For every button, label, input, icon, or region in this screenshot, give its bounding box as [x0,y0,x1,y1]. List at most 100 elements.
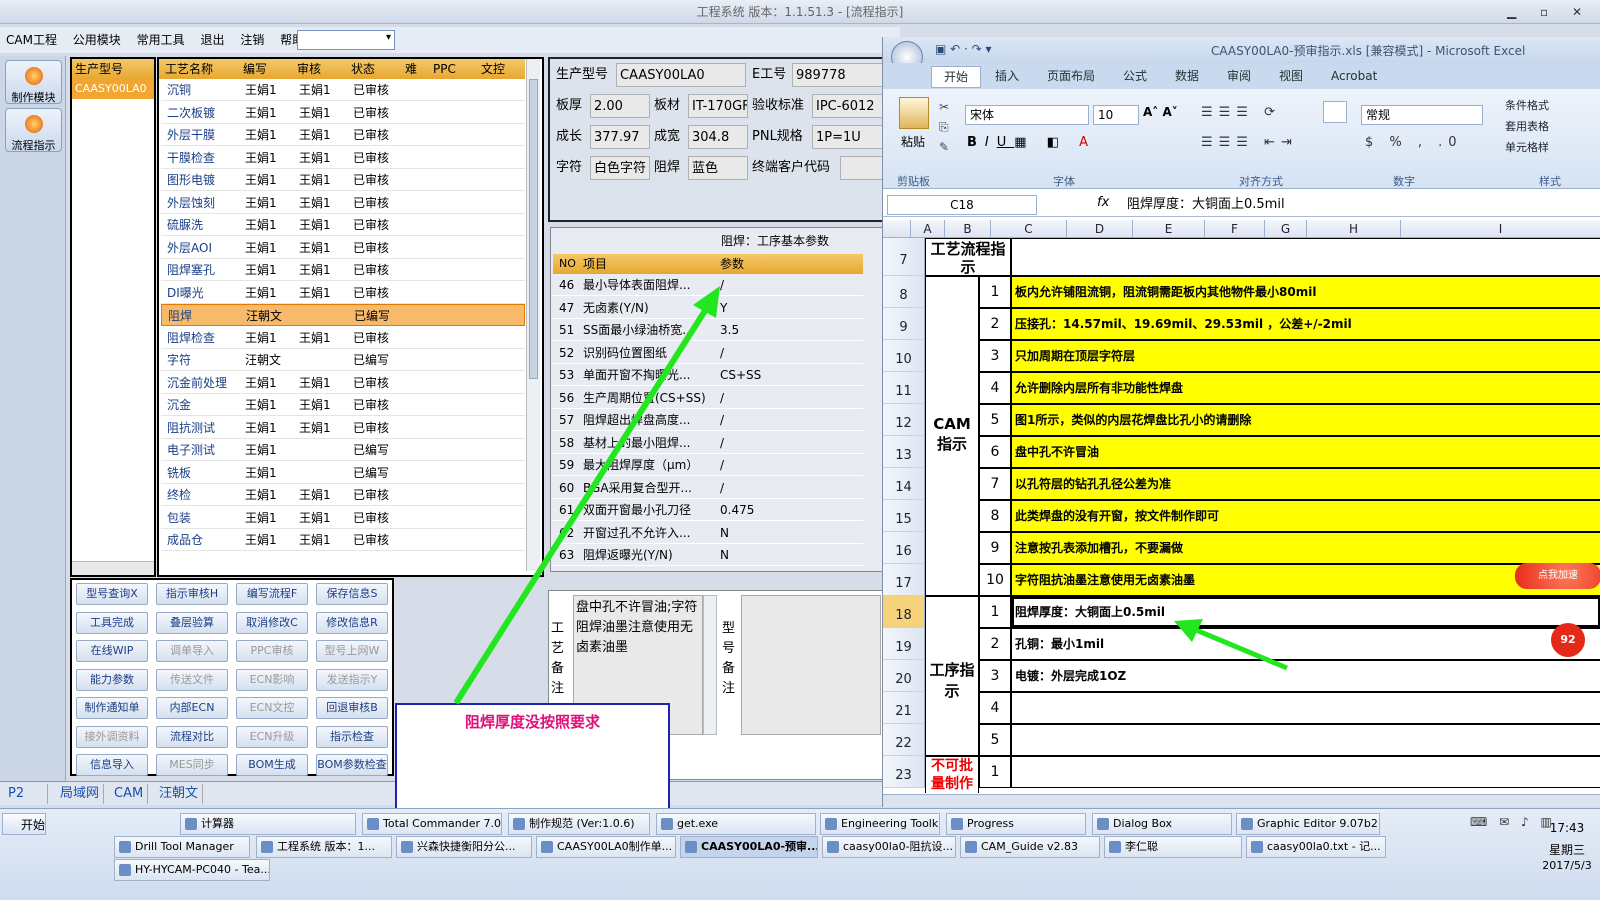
function-button[interactable]: 指示检查 [316,725,388,748]
function-button[interactable]: 信息导入 [76,754,148,776]
function-button[interactable]: 工具完成 [76,611,148,634]
function-button[interactable]: MES同步 [156,754,228,776]
row-header[interactable]: 23 [883,756,925,788]
taskbar-item[interactable]: 工程系统 版本：1... [256,836,392,858]
row-header[interactable]: 10 [883,340,925,372]
cam-instruction-cell[interactable]: 此类焊盘的没有开窗，按文件制作即可 [1011,500,1600,532]
table-row[interactable]: 外层AOI 王娟1 王娟1 已审核 [161,237,525,259]
tab-acrobat[interactable]: Acrobat [1331,67,1377,85]
font-style-icons[interactable]: BIU▦ ◧ A [967,135,1096,150]
table-row[interactable]: 硫脲洗 王娟1 王娟1 已审核 [161,214,525,236]
column-header[interactable]: D [1067,220,1133,238]
row-header[interactable]: 17 [883,564,925,596]
param-row[interactable]: 51 SS面最小绿油桥宽... 3.5 [553,319,863,341]
length-field[interactable]: 377.97 [590,125,650,149]
standard-field[interactable]: IPC-6012 [812,94,886,118]
menu-common-modules[interactable]: 公用模块 [67,27,127,53]
proc-index-cell[interactable]: 2 [979,628,1011,660]
taskbar-item[interactable]: 李仁聪 [1104,836,1242,858]
table-style-button[interactable]: 套用表格 [1505,120,1549,133]
cam-instruction-cell[interactable]: 板内允许铺阻流铜，阻流铜需距板内其他物件最小80mil [1011,276,1600,308]
tab-data[interactable]: 数据 [1175,67,1199,85]
tab-view[interactable]: 视图 [1279,67,1303,85]
row-header[interactable]: 13 [883,436,925,468]
start-button[interactable]: 开始 [2,813,46,835]
process-table-scrollbar[interactable] [526,59,540,571]
function-button[interactable]: 内部ECN [156,697,228,719]
process-guide-button[interactable]: 流程指示 [5,108,62,152]
menu-logout[interactable]: 注销 [234,27,270,53]
taskbar-item[interactable]: caasy00la0-阻抗设... [822,836,956,858]
table-row[interactable]: 外层干膜 王娟1 王娟1 已审核 [161,124,525,146]
proc-instruction-cell[interactable]: 孔铜：最小1mil [1011,628,1600,660]
table-row[interactable]: 沉金 王娟1 王娟1 已审核 [161,394,525,416]
font-name-box[interactable]: 宋体 [965,105,1089,125]
col-status[interactable]: 状态 [351,59,375,79]
cam-instruction-cell[interactable]: 盘中孔不许冒油 [1011,436,1600,468]
menu-tools[interactable]: 常用工具 [131,27,191,53]
function-button[interactable]: BOM生成 [236,754,308,776]
table-row[interactable]: 二次板镀 王娟1 王娟1 已审核 [161,102,525,124]
quick-access-icons[interactable]: ▣ ↶ · ↷ ▾ [935,42,992,56]
style-group[interactable]: 条件格式套用表格单元格样 [1505,95,1549,158]
cam-index-cell[interactable]: 5 [979,404,1011,436]
model-list-scrollbar[interactable] [72,561,154,575]
wrap-text-icon[interactable] [1323,101,1347,123]
float-speed-ball[interactable]: 92 [1551,623,1585,657]
forbid-cell[interactable] [1011,756,1600,788]
taskbar-item[interactable]: Progress [946,813,1086,835]
menu-exit[interactable]: 退出 [194,27,230,53]
model-note-text[interactable] [741,595,881,735]
taskbar-item[interactable]: Dialog Box [1092,813,1232,835]
function-button[interactable]: ECN影响 [236,668,308,691]
proc-instruction-cell[interactable]: 电镀：外层完成1OZ [1011,660,1600,692]
tab-home[interactable]: 开始 [931,66,982,88]
column-header[interactable]: B [945,220,991,238]
taskbar-item[interactable]: caasy00la0.txt - 记... [1246,836,1386,858]
pnl-field[interactable]: 1P=1U [812,125,886,149]
tab-formulas[interactable]: 公式 [1123,67,1147,85]
window-controls[interactable]: ▁ ▫ ✕ [1507,0,1592,24]
model-field[interactable]: CAASY00LA0 [616,63,746,87]
function-button[interactable]: 指示审核H [156,583,228,605]
cam-instruction-cell[interactable]: 图1所示，类似的内层花焊盘比孔小的请删除 [1011,404,1600,436]
font-size-box[interactable]: 10 [1093,105,1139,125]
param-row[interactable]: 46 最小导体表面阻焊... / [553,274,863,296]
proc-instruction-cell[interactable] [1011,692,1600,724]
function-button[interactable]: 传送文件 [156,668,228,691]
param-row[interactable]: 58 基材上的最小阻焊... / [553,432,863,454]
taskbar-item[interactable]: Graphic Editor 9.07b2 ... [1236,813,1380,835]
tab-page-layout[interactable]: 页面布局 [1047,67,1095,85]
row-header[interactable]: 18 [883,596,925,628]
cam-index-cell[interactable]: 8 [979,500,1011,532]
function-button[interactable]: 取消修改C [236,611,308,634]
proc-instruction-cell[interactable]: 阻焊厚度：大铜面上0.5mil [1011,596,1600,628]
forbid-index-cell[interactable]: 1 [979,756,1011,788]
conditional-format-button[interactable]: 条件格式 [1505,99,1549,112]
table-row[interactable]: 阻焊 汪朝文 已编写 [161,304,525,326]
cam-instruction-cell[interactable]: 以孔符层的钻孔孔径公差为准 [1011,468,1600,500]
col-doc-control[interactable]: 文控 [481,59,505,79]
cam-instruction-cell[interactable]: 字符阻抗油墨注意使用无卤素油墨 [1011,564,1600,596]
proc-index-cell[interactable]: 3 [979,660,1011,692]
forbid-label-cell[interactable]: 不可批量制作 [925,756,979,793]
function-button[interactable]: PPC审核 [236,640,308,662]
scroll-thumb[interactable] [529,79,538,379]
column-header[interactable]: I [1401,220,1600,238]
menu-cam[interactable]: CAM工程 [0,27,63,53]
note-scrollbar[interactable] [703,595,717,735]
taskbar-item[interactable]: Total Commander 7.0 ... [362,813,502,835]
table-row[interactable]: 外层蚀刻 王娟1 王娟1 已审核 [161,192,525,214]
cell-style-button[interactable]: 单元格样 [1505,141,1549,154]
table-row[interactable]: 铣板 王娟1 已编写 [161,462,525,484]
row-header[interactable]: 7 [883,238,925,276]
table-row[interactable]: 阻抗测试 王娟1 王娟1 已审核 [161,417,525,439]
column-header[interactable]: F [1205,220,1265,238]
taskbar-item[interactable]: Drill Tool Manager [114,836,250,858]
row-header[interactable]: 15 [883,500,925,532]
row-header[interactable]: 16 [883,532,925,564]
cam-index-cell[interactable]: 2 [979,308,1011,340]
function-button[interactable]: 修改信息R [316,611,388,634]
function-button[interactable]: 制作通知单 [76,697,148,719]
col-difficulty[interactable]: 难 [405,59,417,79]
